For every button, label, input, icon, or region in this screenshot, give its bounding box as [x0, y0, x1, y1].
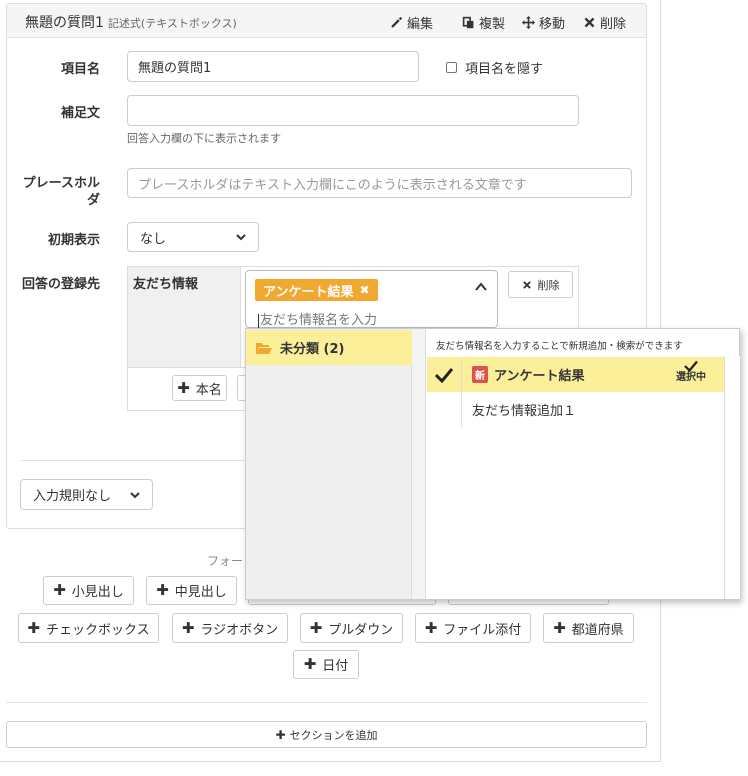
friend-info-dropdown: 未分類 (2) 友だち情報名を入力することで新規追加・検索ができます 新 アンケ…	[245, 328, 740, 600]
plus-icon: ✚	[309, 618, 323, 637]
add-date-button[interactable]: ✚ 日付	[293, 650, 359, 679]
selected-tag: アンケート結果 ✖	[255, 279, 378, 301]
add-checkbox-button[interactable]: ✚ チェックボックス	[18, 613, 159, 643]
registration-label: 回答の登録先	[21, 277, 100, 292]
add-medium-heading-button[interactable]: ✚ 中見出し	[146, 576, 237, 605]
folder-open-icon	[256, 342, 272, 354]
add-section-button[interactable]: ✚ セクションを追加	[6, 721, 647, 748]
dropdown-item-check	[427, 357, 462, 392]
dropdown-item-label: 友だち情報追加１	[472, 404, 577, 419]
chevron-down-icon	[130, 491, 140, 498]
supplement-label: 補足文	[60, 106, 100, 121]
copy-icon	[462, 16, 474, 29]
add-parts-label: フォー	[207, 554, 244, 568]
tag-search-input[interactable]: 友だち情報名を入力	[258, 309, 377, 328]
plus-icon: ✚	[181, 618, 195, 637]
plus-icon: ✚	[27, 618, 40, 637]
new-badge: 新	[472, 366, 488, 383]
checkmark-icon	[435, 367, 453, 383]
duplicate-button[interactable]: 複製	[462, 13, 505, 32]
prefecture-button-label: 都道府県	[571, 622, 624, 638]
hide-item-name-label: 項目名を隠す	[465, 62, 544, 77]
duplicate-label: 複製	[479, 17, 506, 32]
plus-icon: ✚	[275, 727, 286, 742]
plus-icon: ✚	[303, 655, 317, 673]
radio-button-label: ラジオボタン	[200, 622, 279, 638]
chevron-up-icon[interactable]	[475, 281, 487, 293]
initial-display-label: 初期表示	[47, 233, 100, 248]
add-pulldown-button[interactable]: ✚ プルダウン	[300, 613, 403, 643]
category-uncategorized[interactable]: 未分類 (2)	[246, 330, 412, 365]
supplement-input[interactable]	[127, 95, 579, 126]
category-label: 未分類 (2)	[280, 342, 345, 357]
registration-left-cell: 友だち情報	[128, 267, 241, 367]
category-list: 未分類 (2)	[246, 329, 412, 599]
selected-indicator: 選択中	[676, 360, 706, 383]
item-name-input[interactable]: 無題の質問1	[127, 51, 419, 82]
registration-delete-button[interactable]: 削除	[508, 271, 573, 298]
pulldown-button-label: プルダウン	[328, 622, 394, 638]
placeholder-label: プレースホルダ	[22, 176, 100, 208]
dropdown-item[interactable]: 友だち情報追加１	[427, 392, 724, 427]
chevron-down-icon	[236, 234, 246, 241]
dropdown-item-check	[427, 392, 462, 427]
medium-heading-label: 中見出し	[174, 585, 227, 600]
placeholder-input[interactable]: プレースホルダはテキスト入力欄にこのように表示される文章です	[127, 168, 632, 198]
checkbox-button-label: チェックボックス	[45, 622, 150, 638]
hide-item-name-checkbox[interactable]: 項目名を隠す	[446, 58, 543, 77]
plus-icon: ✚	[156, 581, 169, 599]
plus-icon: ✚	[177, 378, 190, 397]
checkmark-icon	[684, 360, 698, 372]
registration-delete-label: 削除	[537, 278, 560, 292]
dropdown-item-label: アンケート結果	[494, 369, 585, 384]
friend-info-tag-input[interactable]: アンケート結果 ✖ 友だち情報名を入力	[245, 270, 498, 328]
item-name-label: 項目名	[60, 62, 100, 77]
add-radio-button[interactable]: ✚ ラジオボタン	[172, 613, 288, 643]
file-button-label: ファイル添付	[443, 622, 522, 638]
tag-label: アンケート結果	[263, 284, 354, 300]
dropdown-divider	[412, 329, 426, 599]
move-label: 移動	[539, 17, 566, 32]
edit-label: 編集	[407, 17, 434, 32]
plus-icon: ✚	[553, 618, 566, 637]
edit-button[interactable]: 編集	[390, 13, 433, 32]
selected-state-label: 選択中	[676, 372, 706, 383]
question-title-text: 無題の質問1	[25, 15, 104, 31]
delete-label: 削除	[600, 17, 627, 32]
real-name-button[interactable]: ✚ 本名	[172, 375, 227, 401]
tag-remove-icon[interactable]: ✖	[359, 283, 369, 297]
dropdown-item-selected[interactable]: 新 アンケート結果 選択中	[427, 357, 724, 392]
add-prefecture-button[interactable]: ✚ 都道府県	[543, 613, 634, 643]
add-file-button[interactable]: ✚ ファイル添付	[415, 613, 531, 643]
supplement-help: 回答入力欄の下に表示されます	[127, 132, 281, 145]
delete-question-button[interactable]: 削除	[583, 13, 626, 32]
close-icon	[522, 280, 531, 289]
question-title: 無題の質問1 記述式(テキストボックス)	[25, 12, 237, 32]
add-small-heading-button[interactable]: ✚ 小見出し	[43, 576, 134, 605]
checkbox-box[interactable]	[446, 62, 457, 73]
initial-display-select[interactable]: なし	[127, 222, 259, 252]
real-name-label: 本名	[195, 382, 222, 398]
dropdown-hint: 友だち情報名を入力することで新規追加・検索ができます	[436, 341, 683, 352]
validation-value: 入力規則なし	[33, 489, 112, 504]
friend-info-label: 友だち情報	[133, 277, 199, 292]
move-icon	[522, 16, 535, 29]
date-button-label: 日付	[322, 659, 349, 674]
add-section-label: セクションを追加	[289, 728, 378, 742]
initial-display-value: なし	[140, 231, 167, 247]
tag-search-placeholder: 友だち情報名を入力	[260, 313, 378, 328]
validation-select[interactable]: 入力規則なし	[20, 479, 153, 510]
dropdown-scrollbar[interactable]	[724, 356, 740, 599]
divider	[6, 702, 647, 703]
question-card-header: 無題の質問1 記述式(テキストボックス) 編集 複製 移動 削除	[7, 4, 646, 38]
small-heading-label: 小見出し	[71, 585, 124, 600]
move-button[interactable]: 移動	[522, 13, 565, 32]
text-cursor	[258, 313, 259, 328]
plus-icon: ✚	[424, 618, 438, 637]
plus-icon: ✚	[53, 581, 66, 599]
question-type: 記述式(テキストボックス)	[107, 17, 237, 30]
close-icon	[584, 17, 595, 28]
pencil-icon	[391, 16, 403, 28]
